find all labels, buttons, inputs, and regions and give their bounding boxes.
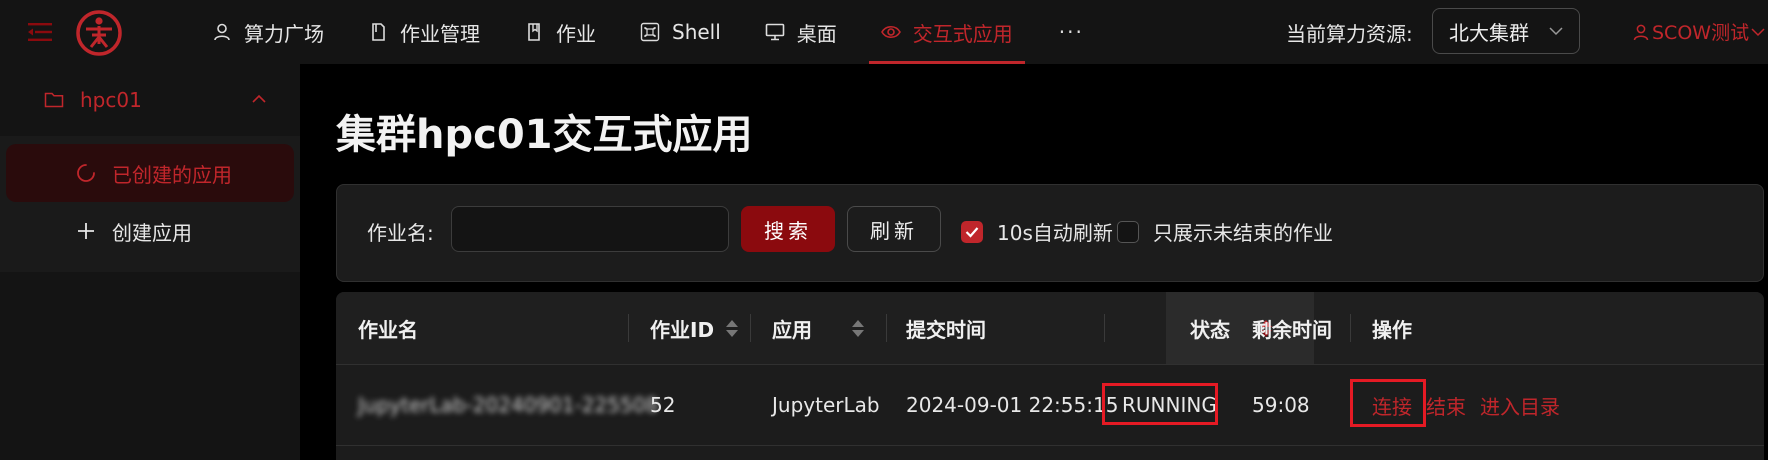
enter-directory-link[interactable]: 进入目录 (1480, 391, 1560, 420)
sidebar-item-label: 已创建的应用 (112, 162, 232, 187)
main-nav: 算力广场 作业管理 作业 Shell 桌面 交互式应用 ··· (190, 0, 1108, 64)
chevron-down-icon (1549, 27, 1563, 36)
job-name-input[interactable] (451, 206, 729, 252)
sort-icon[interactable] (726, 319, 739, 337)
checkbox-checked-icon (961, 220, 983, 243)
chevron-up-icon (252, 94, 266, 103)
column-header-label: 作业ID (650, 317, 715, 342)
cell-job-name: JupyterLab-20240901-225508 (358, 393, 659, 417)
refresh-button[interactable]: 刷新 (847, 206, 941, 252)
cell-remaining: 59:08 (1252, 393, 1310, 417)
folder-icon (44, 92, 64, 108)
end-link[interactable]: 结束 (1426, 391, 1466, 420)
column-divider (750, 314, 751, 342)
nav-label: 作业 (556, 21, 596, 46)
only-unfinished-label: 只展示未结束的作业 (1153, 221, 1333, 245)
filter-panel: 作业名: 搜索 刷新 10s自动刷新 只展示未结束的作业 (336, 184, 1764, 282)
column-divider (886, 314, 887, 342)
nav-label: Shell (672, 20, 721, 44)
nav-item-shell[interactable]: Shell (618, 0, 743, 64)
column-divider (1350, 314, 1351, 342)
column-header-label: 作业名 (358, 317, 418, 342)
main-content: 集群hpc01交互式应用 作业名: 搜索 刷新 10s自动刷新 只展示未结束的作… (300, 64, 1768, 460)
eye-icon (880, 25, 901, 39)
monitor-icon (765, 23, 785, 41)
user-menu[interactable]: SCOW测试 (1632, 18, 1765, 45)
resource-select[interactable]: 北大集群 (1432, 8, 1580, 54)
nav-label: 算力广场 (244, 21, 324, 46)
nav-label: 交互式应用 (912, 21, 1013, 46)
table-row: JupyterLab-20240901-225508 52 JupyterLab… (336, 365, 1764, 446)
sidebar-item-create-app[interactable]: 创建应用 (6, 202, 294, 260)
sort-icon[interactable] (852, 319, 864, 337)
sidebar-group-label: hpc01 (80, 88, 142, 112)
connect-highlight-box (1350, 379, 1426, 427)
column-divider (628, 314, 629, 342)
sidebar: hpc01 已创建的应用 创建应用 (0, 64, 300, 460)
column-header-actions: 操作 (1372, 292, 1412, 364)
nav-item-desktop[interactable]: 桌面 (743, 0, 859, 64)
column-header-app[interactable]: 应用 (772, 292, 864, 364)
document-icon (372, 23, 385, 41)
document-icon (528, 23, 540, 41)
chevron-down-icon (1751, 27, 1765, 36)
loading-icon (77, 164, 95, 182)
user-icon (214, 23, 230, 41)
cell-app: JupyterLab (772, 393, 880, 417)
cell-submit-time: 2024-09-01 22:55:15 (906, 393, 1119, 417)
page-title: 集群hpc01交互式应用 (336, 112, 753, 158)
nav-item-jobs[interactable]: 作业 (502, 0, 618, 64)
top-bar: 算力广场 作业管理 作业 Shell 桌面 交互式应用 ··· 当前算力资源: … (0, 0, 1768, 64)
column-header-job-name: 作业名 (358, 292, 418, 364)
column-header-label: 应用 (772, 317, 812, 342)
table-header: 作业名 作业ID 应用 提交时间 状态 剩余时间 操作 (336, 292, 1764, 365)
column-divider (1104, 314, 1105, 342)
search-button[interactable]: 搜索 (741, 206, 835, 252)
resource-label: 当前算力资源: (1286, 22, 1413, 46)
column-header-job-id[interactable]: 作业ID (650, 292, 739, 364)
sidebar-group-cluster[interactable]: hpc01 (0, 64, 300, 136)
sidebar-submenu: 已创建的应用 创建应用 (0, 136, 300, 272)
cell-job-id: 52 (650, 393, 676, 417)
checkbox-unchecked-icon (1117, 220, 1139, 243)
nav-more-button[interactable]: ··· (1035, 0, 1108, 64)
sidebar-item-created-apps[interactable]: 已创建的应用 (6, 144, 294, 202)
job-name-label: 作业名: (367, 221, 434, 245)
nav-item-compute-square[interactable]: 算力广场 (190, 0, 346, 64)
menu-fold-icon[interactable] (28, 20, 54, 44)
auto-refresh-checkbox[interactable]: 10s自动刷新 (961, 217, 1113, 246)
column-header-submit-time: 提交时间 (906, 292, 986, 364)
column-header-label: 状态 (1190, 317, 1230, 342)
nav-item-interactive-apps[interactable]: 交互式应用 (859, 0, 1035, 64)
status-highlight-box (1102, 383, 1218, 425)
column-header-label: 提交时间 (906, 317, 986, 342)
nav-label: 桌面 (796, 21, 837, 46)
user-icon (1633, 24, 1649, 40)
only-unfinished-checkbox[interactable]: 只展示未结束的作业 (1117, 217, 1333, 246)
sidebar-item-label: 创建应用 (112, 220, 192, 245)
user-name: SCOW测试 (1652, 22, 1750, 44)
column-header-label: 剩余时间 (1252, 317, 1332, 342)
jobs-table: 作业名 作业ID 应用 提交时间 状态 剩余时间 操作 JupyterLab-2… (336, 292, 1764, 460)
resource-value: 北大集群 (1449, 20, 1529, 45)
logo-icon[interactable] (74, 8, 124, 58)
column-header-remaining: 剩余时间 (1252, 292, 1332, 364)
command-icon (640, 22, 660, 42)
column-header-label: 操作 (1372, 317, 1412, 342)
auto-refresh-label: 10s自动刷新 (997, 221, 1113, 245)
nav-label: 作业管理 (400, 21, 480, 46)
plus-icon (78, 223, 94, 239)
nav-item-job-management[interactable]: 作业管理 (346, 0, 502, 64)
